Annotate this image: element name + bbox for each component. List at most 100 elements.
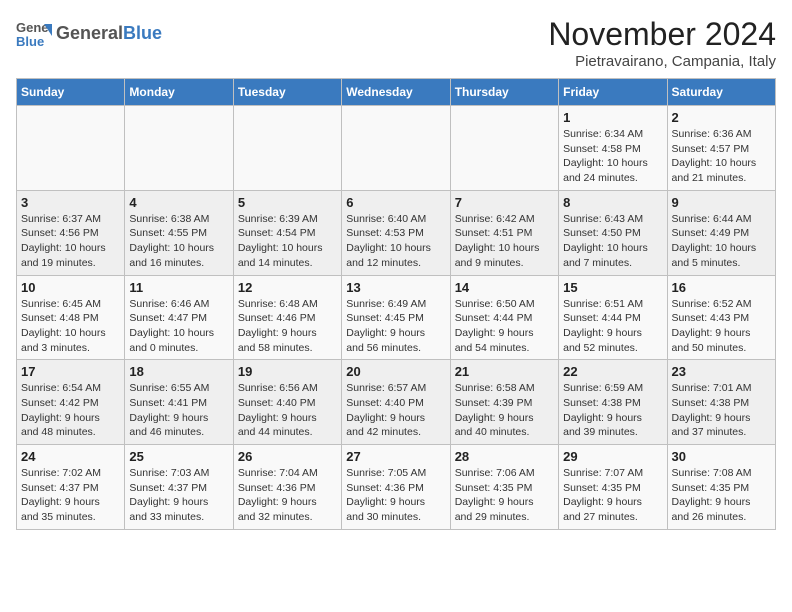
day-number: 23	[672, 364, 771, 379]
day-info: Sunrise: 7:07 AM Sunset: 4:35 PM Dayligh…	[563, 466, 662, 525]
day-cell: 15 Sunrise: 6:51 AM Sunset: 4:44 PM Dayli…	[559, 275, 667, 360]
day-cell	[342, 106, 450, 191]
day-info: Sunrise: 6:37 AM Sunset: 4:56 PM Dayligh…	[21, 212, 120, 271]
day-cell: 14Sunrise: 6:50 AM Sunset: 4:44 PM Dayli…	[450, 275, 558, 360]
day-cell: 16Sunrise: 6:52 AM Sunset: 4:43 PM Dayli…	[667, 275, 775, 360]
day-number: 10	[21, 280, 120, 295]
day-number: 21	[455, 364, 554, 379]
day-number: 13	[346, 280, 445, 295]
day-cell: 21 Sunrise: 6:58 AM Sunset: 4:39 PM Dayli…	[450, 360, 558, 445]
day-number: 12	[238, 280, 337, 295]
day-cell: 7 Sunrise: 6:42 AM Sunset: 4:51 PM Daylig…	[450, 190, 558, 275]
day-number: 6	[346, 195, 445, 210]
day-cell: 20Sunrise: 6:57 AM Sunset: 4:40 PM Dayli…	[342, 360, 450, 445]
day-cell: 23 Sunrise: 7:01 AM Sunset: 4:38 PM Dayli…	[667, 360, 775, 445]
day-info: Sunrise: 6:52 AM Sunset: 4:43 PM Dayligh…	[672, 297, 771, 356]
col-header-thursday: Thursday	[450, 79, 558, 106]
day-cell: 18Sunrise: 6:55 AM Sunset: 4:41 PM Dayli…	[125, 360, 233, 445]
day-cell: 29 Sunrise: 7:07 AM Sunset: 4:35 PM Dayli…	[559, 445, 667, 530]
svg-text:Blue: Blue	[16, 34, 44, 49]
day-number: 29	[563, 449, 662, 464]
day-info: Sunrise: 6:36 AM Sunset: 4:57 PM Dayligh…	[672, 127, 771, 186]
day-info: Sunrise: 6:55 AM Sunset: 4:41 PM Dayligh…	[129, 381, 228, 440]
day-info: Sunrise: 7:05 AM Sunset: 4:36 PM Dayligh…	[346, 466, 445, 525]
logo: General Blue GeneralBlue	[16, 16, 162, 52]
day-number: 27	[346, 449, 445, 464]
day-cell: 27 Sunrise: 7:05 AM Sunset: 4:36 PM Dayli…	[342, 445, 450, 530]
day-cell: 19Sunrise: 6:56 AM Sunset: 4:40 PM Dayli…	[233, 360, 341, 445]
header-row: SundayMondayTuesdayWednesdayThursdayFrid…	[17, 79, 776, 106]
day-number: 4	[129, 195, 228, 210]
col-header-friday: Friday	[559, 79, 667, 106]
day-cell: 12 Sunrise: 6:48 AM Sunset: 4:46 PM Dayli…	[233, 275, 341, 360]
day-number: 7	[455, 195, 554, 210]
day-cell: 1 Sunrise: 6:34 AM Sunset: 4:58 PM Daylig…	[559, 106, 667, 191]
day-cell: 2Sunrise: 6:36 AM Sunset: 4:57 PM Daylig…	[667, 106, 775, 191]
day-info: Sunrise: 6:42 AM Sunset: 4:51 PM Dayligh…	[455, 212, 554, 271]
day-info: Sunrise: 6:49 AM Sunset: 4:45 PM Dayligh…	[346, 297, 445, 356]
week-row: 1 Sunrise: 6:34 AM Sunset: 4:58 PM Daylig…	[17, 106, 776, 191]
week-row: 24Sunrise: 7:02 AM Sunset: 4:37 PM Dayli…	[17, 445, 776, 530]
week-row: 17Sunrise: 6:54 AM Sunset: 4:42 PM Dayli…	[17, 360, 776, 445]
day-info: Sunrise: 6:57 AM Sunset: 4:40 PM Dayligh…	[346, 381, 445, 440]
day-info: Sunrise: 7:08 AM Sunset: 4:35 PM Dayligh…	[672, 466, 771, 525]
day-info: Sunrise: 6:54 AM Sunset: 4:42 PM Dayligh…	[21, 381, 120, 440]
day-number: 3	[21, 195, 120, 210]
day-number: 11	[129, 280, 228, 295]
day-info: Sunrise: 6:40 AM Sunset: 4:53 PM Dayligh…	[346, 212, 445, 271]
week-row: 3 Sunrise: 6:37 AM Sunset: 4:56 PM Daylig…	[17, 190, 776, 275]
week-row: 10 Sunrise: 6:45 AM Sunset: 4:48 PM Dayli…	[17, 275, 776, 360]
day-number: 1	[563, 110, 662, 125]
day-cell	[125, 106, 233, 191]
day-cell: 26 Sunrise: 7:04 AM Sunset: 4:36 PM Dayli…	[233, 445, 341, 530]
day-number: 15	[563, 280, 662, 295]
day-number: 22	[563, 364, 662, 379]
calendar-title: November 2024	[548, 16, 776, 53]
day-cell: 10 Sunrise: 6:45 AM Sunset: 4:48 PM Dayli…	[17, 275, 125, 360]
logo-general-text: General	[56, 23, 123, 43]
day-info: Sunrise: 6:59 AM Sunset: 4:38 PM Dayligh…	[563, 381, 662, 440]
day-number: 28	[455, 449, 554, 464]
day-info: Sunrise: 6:58 AM Sunset: 4:39 PM Dayligh…	[455, 381, 554, 440]
calendar-table: SundayMondayTuesdayWednesdayThursdayFrid…	[16, 78, 776, 530]
day-info: Sunrise: 6:44 AM Sunset: 4:49 PM Dayligh…	[672, 212, 771, 271]
day-cell: 30 Sunrise: 7:08 AM Sunset: 4:35 PM Dayli…	[667, 445, 775, 530]
day-number: 5	[238, 195, 337, 210]
day-cell: 28 Sunrise: 7:06 AM Sunset: 4:35 PM Dayli…	[450, 445, 558, 530]
logo-blue-text: Blue	[123, 23, 162, 43]
col-header-monday: Monday	[125, 79, 233, 106]
day-info: Sunrise: 6:51 AM Sunset: 4:44 PM Dayligh…	[563, 297, 662, 356]
day-cell: 5Sunrise: 6:39 AM Sunset: 4:54 PM Daylig…	[233, 190, 341, 275]
day-info: Sunrise: 6:45 AM Sunset: 4:48 PM Dayligh…	[21, 297, 120, 356]
day-info: Sunrise: 7:02 AM Sunset: 4:37 PM Dayligh…	[21, 466, 120, 525]
day-cell: 6 Sunrise: 6:40 AM Sunset: 4:53 PM Daylig…	[342, 190, 450, 275]
day-info: Sunrise: 6:50 AM Sunset: 4:44 PM Dayligh…	[455, 297, 554, 356]
day-info: Sunrise: 7:03 AM Sunset: 4:37 PM Dayligh…	[129, 466, 228, 525]
day-info: Sunrise: 6:48 AM Sunset: 4:46 PM Dayligh…	[238, 297, 337, 356]
day-cell: 4Sunrise: 6:38 AM Sunset: 4:55 PM Daylig…	[125, 190, 233, 275]
day-number: 8	[563, 195, 662, 210]
day-number: 30	[672, 449, 771, 464]
day-info: Sunrise: 7:01 AM Sunset: 4:38 PM Dayligh…	[672, 381, 771, 440]
day-cell: 8 Sunrise: 6:43 AM Sunset: 4:50 PM Daylig…	[559, 190, 667, 275]
day-info: Sunrise: 6:46 AM Sunset: 4:47 PM Dayligh…	[129, 297, 228, 356]
calendar-subtitle: Pietravairano, Campania, Italy	[548, 53, 776, 70]
day-info: Sunrise: 6:43 AM Sunset: 4:50 PM Dayligh…	[563, 212, 662, 271]
day-info: Sunrise: 6:34 AM Sunset: 4:58 PM Dayligh…	[563, 127, 662, 186]
title-section: November 2024 Pietravairano, Campania, I…	[548, 16, 776, 70]
col-header-tuesday: Tuesday	[233, 79, 341, 106]
day-info: Sunrise: 6:56 AM Sunset: 4:40 PM Dayligh…	[238, 381, 337, 440]
day-info: Sunrise: 7:04 AM Sunset: 4:36 PM Dayligh…	[238, 466, 337, 525]
day-cell: 13 Sunrise: 6:49 AM Sunset: 4:45 PM Dayli…	[342, 275, 450, 360]
day-cell: 11 Sunrise: 6:46 AM Sunset: 4:47 PM Dayli…	[125, 275, 233, 360]
col-header-saturday: Saturday	[667, 79, 775, 106]
logo-icon: General Blue	[16, 16, 52, 52]
day-cell: 22 Sunrise: 6:59 AM Sunset: 4:38 PM Dayli…	[559, 360, 667, 445]
day-cell: 25 Sunrise: 7:03 AM Sunset: 4:37 PM Dayli…	[125, 445, 233, 530]
day-number: 26	[238, 449, 337, 464]
day-cell	[450, 106, 558, 191]
day-number: 25	[129, 449, 228, 464]
day-info: Sunrise: 7:06 AM Sunset: 4:35 PM Dayligh…	[455, 466, 554, 525]
col-header-sunday: Sunday	[17, 79, 125, 106]
day-cell: 9Sunrise: 6:44 AM Sunset: 4:49 PM Daylig…	[667, 190, 775, 275]
